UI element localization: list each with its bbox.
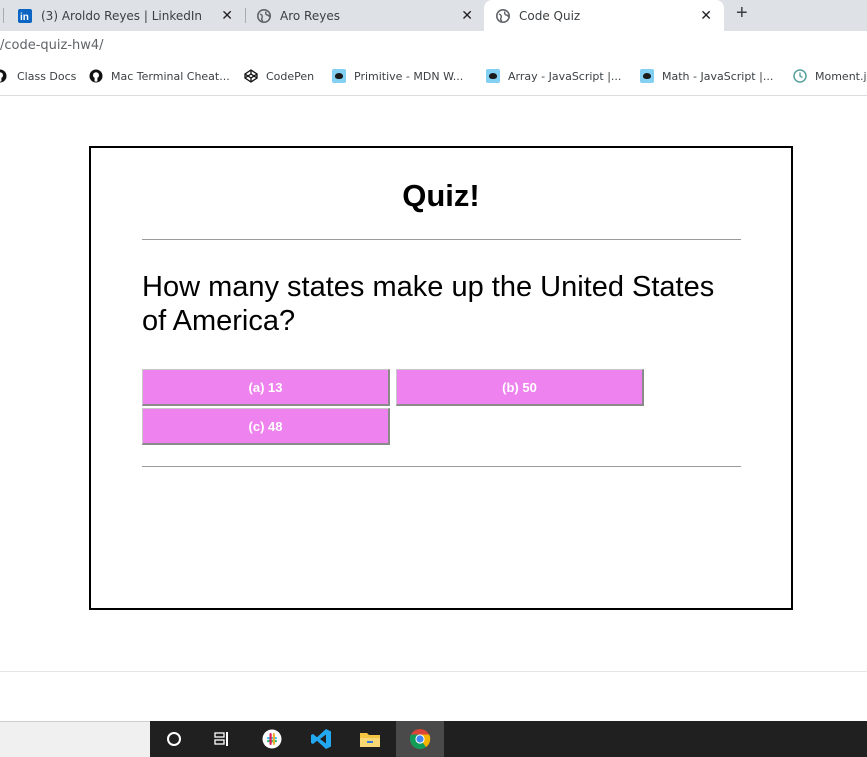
- tab-close-icon[interactable]: ✕: [700, 8, 712, 22]
- bookmark-label: CodePen: [266, 69, 315, 83]
- windows-taskbar: [150, 721, 867, 757]
- linkedin-icon: in: [18, 8, 32, 23]
- bookmark-momentjs[interactable]: Moment.js: [793, 69, 867, 83]
- clock-icon: [793, 69, 807, 83]
- task-view-icon[interactable]: [198, 721, 246, 757]
- mdn-icon: [640, 69, 654, 83]
- quiz-card: Quiz! How many states make up the United…: [89, 146, 793, 610]
- globe-icon: [257, 8, 271, 23]
- github-icon: [89, 69, 103, 83]
- new-tab-button[interactable]: +: [736, 2, 748, 25]
- tab-close-icon[interactable]: ✕: [221, 8, 233, 22]
- bookmark-label: Mac Terminal Cheat...: [111, 69, 230, 83]
- tab-linkedin[interactable]: in (3) Aroldo Reyes | LinkedIn ✕: [18, 0, 243, 31]
- file-explorer-icon[interactable]: [346, 721, 394, 757]
- bookmark-math-mdn[interactable]: Math - JavaScript |...: [640, 69, 773, 83]
- tab-aro-reyes[interactable]: Aro Reyes ✕: [257, 0, 483, 31]
- question-text: How many states make up the United State…: [142, 271, 715, 337]
- search-icon[interactable]: [150, 721, 198, 757]
- bookmark-mac-terminal[interactable]: Mac Terminal Cheat...: [89, 69, 230, 83]
- bookmark-primitive-mdn[interactable]: Primitive - MDN W...: [332, 69, 463, 83]
- bookmark-class-docs[interactable]: Class Docs: [0, 69, 76, 83]
- bookmark-label: Array - JavaScript |...: [508, 69, 622, 83]
- svg-text:in: in: [20, 12, 29, 23]
- bookmark-array-mdn[interactable]: Array - JavaScript |...: [486, 69, 621, 83]
- tab-separator: [3, 8, 4, 23]
- quiz-title: Quiz!: [402, 178, 480, 213]
- bookmark-label: Primitive - MDN W...: [354, 69, 464, 83]
- divider-top: [142, 239, 741, 240]
- browser-tab-strip: in (3) Aroldo Reyes | LinkedIn ✕ Aro Rey…: [0, 0, 867, 31]
- answer-button-b[interactable]: (b) 50: [396, 369, 644, 406]
- taskbar-search-area[interactable]: [0, 721, 150, 757]
- bookmark-label: Class Docs: [17, 69, 77, 83]
- chrome-icon[interactable]: [396, 721, 444, 757]
- mdn-icon: [332, 69, 346, 83]
- slack-icon[interactable]: [248, 721, 296, 757]
- tab-separator: [245, 8, 246, 23]
- bookmark-codepen[interactable]: CodePen: [244, 69, 314, 83]
- tab-close-icon[interactable]: ✕: [461, 8, 473, 22]
- github-icon: [0, 69, 7, 83]
- tab-title: Code Quiz: [519, 8, 581, 23]
- mdn-icon: [486, 69, 500, 83]
- codepen-icon: [244, 69, 258, 83]
- globe-icon: [496, 8, 510, 23]
- address-bar[interactable]: /code-quiz-hw4/: [0, 31, 867, 61]
- bookmark-label: Moment.js: [815, 69, 867, 83]
- url-text[interactable]: /code-quiz-hw4/: [0, 38, 104, 53]
- divider-bottom: [142, 466, 741, 467]
- page-footer-divider: [0, 671, 867, 672]
- tab-title: (3) Aroldo Reyes | LinkedIn: [41, 8, 203, 23]
- tab-code-quiz[interactable]: Code Quiz ✕: [484, 0, 724, 31]
- bookmarks-bar: Class Docs Mac Terminal Cheat... CodePen…: [0, 61, 867, 96]
- answer-button-c[interactable]: (c) 48: [142, 408, 390, 445]
- bookmark-label: Math - JavaScript |...: [662, 69, 774, 83]
- answer-button-a[interactable]: (a) 13: [142, 369, 390, 406]
- vscode-icon[interactable]: [297, 721, 345, 757]
- tab-title: Aro Reyes: [280, 8, 340, 23]
